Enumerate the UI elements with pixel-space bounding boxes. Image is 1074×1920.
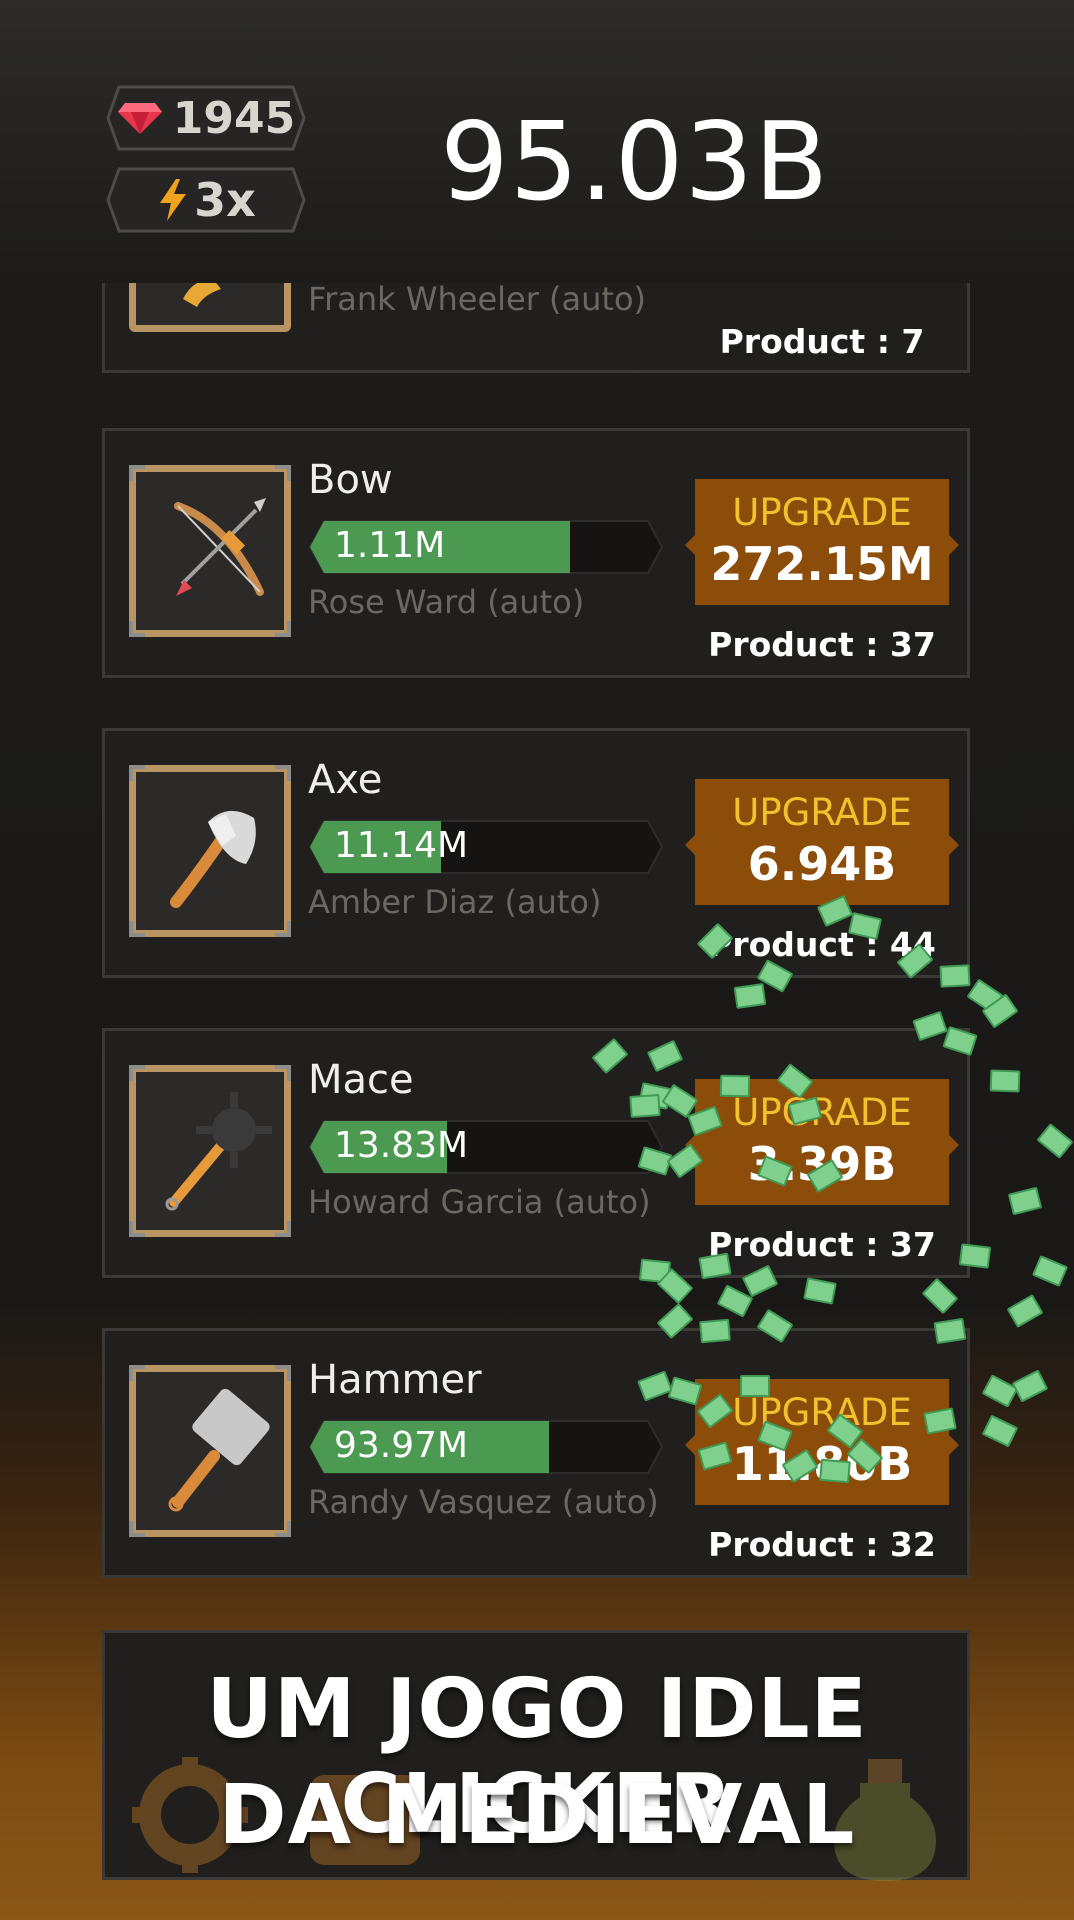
item-icon-frame [129,465,291,637]
item-icon-frame [129,283,291,332]
cash-particle [933,1317,967,1345]
product-count: Product : 37 [708,625,936,664]
promo-headline-line2: DA MEDIEVAL [218,1768,856,1863]
cash-particle [819,1458,851,1484]
weapon-card-mace: Mace 13.83M Howard Garcia (auto) UPGRADE… [102,1028,970,1278]
production-value: 1.11M [334,525,446,566]
upgrade-button[interactable]: UPGRADE 11.80B [685,1379,959,1505]
upgrade-button[interactable]: UPGRADE 272.15M [685,479,959,605]
gem-counter-content: 1945 [105,84,307,152]
upgrade-button[interactable]: UPGRADE 6.94B [685,779,959,905]
weapon-card-partial: Frank Wheeler (auto) Product : 7 [102,283,970,373]
bow-icon [174,498,266,596]
cash-particle [719,1074,751,1098]
production-value: 13.83M [334,1125,469,1166]
production-progress-bar: 1.11M [308,519,664,575]
upgrade-label: UPGRADE [732,491,912,534]
axe-icon [170,810,256,908]
cash-particle [733,983,767,1009]
item-icon-frame [129,1065,291,1237]
lightning-icon [160,179,187,221]
production-value: 93.97M [334,1425,469,1466]
production-progress-bar: 13.83M [308,1119,664,1175]
gem-icon [117,103,162,134]
item-icon-frame [129,1365,291,1537]
production-value: 11.14M [334,825,469,866]
weapon-card-axe: Axe 11.14M Amber Diaz (auto) UPGRADE 6.9… [102,728,970,978]
upgrade-label: UPGRADE [732,791,912,834]
hammer-icon [168,1388,270,1512]
worker-name: Frank Wheeler (auto) [308,283,647,318]
cash-particle [939,964,971,988]
weapon-card-hammer: Hammer 93.97M Randy Vasquez (auto) UPGRA… [102,1328,970,1578]
cash-particle [989,1069,1021,1093]
shield-icon [183,283,221,307]
cash-particle [958,1243,992,1269]
item-name: Bow [308,457,393,503]
weapon-card-bow: Bow 1.11M Rose Ward (auto) UPGRADE 272.1… [102,428,970,678]
product-count: Product : 32 [708,1525,936,1564]
cash-particle [740,1375,770,1397]
item-icon-frame [129,765,291,937]
item-name: Hammer [308,1357,482,1403]
boost-multiplier: 3x [194,173,256,227]
boost-indicator-content[interactable]: 3x [105,166,307,234]
product-count: Product : 37 [708,1225,936,1264]
money-total: 95.03B [440,100,830,225]
worker-name: Rose Ward (auto) [308,583,585,621]
mace-icon [165,1092,272,1211]
cash-particle [699,1318,731,1344]
production-progress-bar: 11.14M [308,819,664,875]
upgrade-label: UPGRADE [732,1391,912,1434]
upgrade-price: 272.15M [710,537,934,591]
worker-name: Randy Vasquez (auto) [308,1483,659,1521]
production-progress-bar: 93.97M [308,1419,664,1475]
item-name: Axe [308,757,383,803]
item-name: Mace [308,1057,414,1103]
worker-name: Amber Diaz (auto) [308,883,602,921]
cash-particle [629,1093,661,1119]
upgrade-label: UPGRADE [732,1091,912,1134]
gem-count: 1945 [172,92,296,144]
product-count: Product : 7 [719,322,925,361]
worker-name: Howard Garcia (auto) [308,1183,651,1221]
upgrade-price: 6.94B [747,837,897,891]
